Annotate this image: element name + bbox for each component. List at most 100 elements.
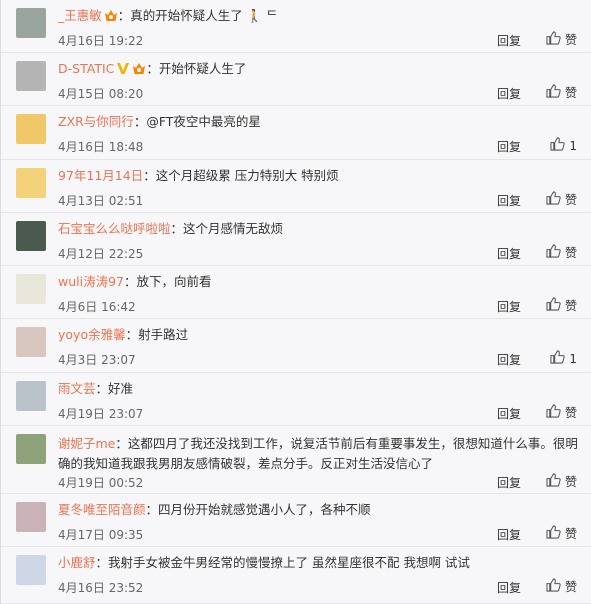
timestamp: 4月16日 18:48 [58,140,144,154]
comment-text: _王惠敏 ：真的开始怀疑人生了 🚶 ᄃ [58,8,278,24]
reply-button[interactable]: 回复 [497,298,521,315]
comment-body: ：我射手女被金牛男经常的慢慢撩上了 虽然星座很不配 我想啊 试试 [95,555,470,570]
comment-row: _王惠敏 ：真的开始怀疑人生了 🚶 ᄃ 4月16日 19:22 回复 赞 [1,0,591,53]
reply-button[interactable]: 回复 [497,474,521,491]
reply-button[interactable]: 回复 [497,32,521,49]
like-button[interactable]: 赞 [546,244,577,261]
like-button[interactable]: 赞 [546,525,577,542]
username-link[interactable]: 小鹿舒 [58,555,96,570]
comment-text: yoyo余雅馨：射手路过 [58,327,188,343]
thumbs-up-icon [550,350,566,367]
like-button[interactable]: 赞 [546,297,577,314]
comment-row: 小鹿舒：我射手女被金牛男经常的慢慢撩上了 虽然星座很不配 我想啊 试试 4月16日… [1,547,591,604]
username-link[interactable]: wuli涛涛97 [58,274,124,289]
comment-row: 石宝宝么么哒呼啦啦：这个月感情无敌烦 4月12日 22:25 回复 赞 [1,213,591,266]
comment-text: 谢妮子me：这都四月了我还没找到工作，说复活节前后有重要事发生，很想知道什么事。… [58,434,578,474]
comment-body: ：好准 [95,381,134,396]
like-label: 赞 [564,33,577,47]
username-link[interactable]: D-STATIC [58,61,114,76]
thumbs-up-icon [546,31,561,48]
avatar[interactable] [16,381,46,411]
like-label: 赞 [564,406,577,420]
username-link[interactable]: ZXR与你同行 [58,114,134,129]
avatar[interactable] [16,274,46,304]
comment-text: 石宝宝么么哒呼啦啦：这个月感情无敌烦 [58,221,283,237]
like-button[interactable]: 赞 [546,473,577,490]
thumbs-up-icon [550,137,566,154]
username-link[interactable]: yoyo余雅馨 [58,327,126,342]
comment-text: 夏冬唯至陌音颜：四月份开始就感觉遇小人了，各种不顺 [58,502,371,518]
reply-button[interactable]: 回复 [497,579,521,596]
timestamp: 4月19日 23:07 [58,407,144,421]
avatar[interactable] [16,327,46,357]
timestamp: 4月17日 09:35 [58,528,144,542]
reply-button[interactable]: 回复 [497,138,521,155]
comment-row: ZXR与你同行：@FT夜空中最亮的星 4月16日 18:48 回复 1 [1,106,591,160]
username-link[interactable]: _王惠敏 [58,8,102,23]
like-label: 赞 [564,475,577,489]
like-count: 1 [569,138,577,153]
like-label: 赞 [564,246,577,260]
vip-crown-icon [102,8,118,23]
comment-text: wuli涛涛97：放下，向前看 [58,274,212,290]
like-label: 赞 [564,193,577,207]
like-button[interactable]: 赞 [546,84,577,101]
comment-body: ：这个月超级累 压力特别大 特别烦 [143,168,339,183]
comment-body: ：这都四月了我还没找到工作，说复活节前后有重要事发生，很想知道什么事。很明确的我… [58,436,578,471]
thumbs-up-icon [546,84,561,101]
comment-body: ：放下，向前看 [124,274,212,289]
like-label: 赞 [564,86,577,100]
comment-row: D-STATIC ：开始怀疑人生了 4月15日 08:20 回复 赞 [1,53,591,106]
comment-text: 97年11月14日：这个月超级累 压力特别大 特别烦 [58,168,339,184]
verified-icon [114,61,130,76]
avatar[interactable] [16,61,46,91]
thumbs-up-icon [546,404,561,421]
username-link[interactable]: 夏冬唯至陌音颜 [58,502,146,517]
reply-button[interactable]: 回复 [497,192,521,209]
username-link[interactable]: 谢妮子me [58,436,115,451]
like-button[interactable]: 赞 [546,404,577,421]
avatar[interactable] [16,8,46,38]
comment-body: ：射手路过 [125,327,189,342]
reply-button[interactable]: 回复 [497,85,521,102]
avatar[interactable] [16,114,46,144]
like-label: 赞 [564,527,577,541]
comment-body: ：这个月感情无敌烦 [170,221,284,236]
reply-button[interactable]: 回复 [497,526,521,543]
like-button[interactable]: 赞 [546,578,577,595]
avatar[interactable] [16,434,46,464]
reply-button[interactable]: 回复 [497,405,521,422]
avatar[interactable] [16,221,46,251]
avatar[interactable] [16,168,46,198]
comment-text: D-STATIC ：开始怀疑人生了 [58,61,246,77]
comment-text: 雨文芸：好准 [58,381,133,397]
thumbs-up-icon [546,297,561,314]
comment-list: _王惠敏 ：真的开始怀疑人生了 🚶 ᄃ 4月16日 19:22 回复赞 D-STATIC… [0,0,591,604]
comment-body: ：@FT夜空中最亮的星 [133,114,261,129]
thumbs-up-icon [546,473,561,490]
like-button[interactable]: 1 [550,137,577,154]
comment-row: 雨文芸：好准 4月19日 23:07 回复 赞 [1,373,591,426]
thumbs-up-icon [546,578,561,595]
like-button[interactable]: 赞 [546,191,577,208]
walking-person-emoji: 🚶 [242,8,263,23]
like-label: 赞 [564,580,577,594]
comment-body: ：真的开始怀疑人生了 [117,8,243,23]
like-count: 1 [569,351,577,366]
reply-button[interactable]: 回复 [497,351,521,368]
like-button[interactable]: 1 [550,350,577,367]
timestamp: 4月3日 23:07 [58,353,136,367]
avatar[interactable] [16,502,46,532]
username-link[interactable]: 97年11月14日 [58,168,143,183]
avatar[interactable] [16,555,46,585]
username-link[interactable]: 雨文芸 [58,381,96,396]
comment-body: ：开始怀疑人生了 [146,61,247,76]
reply-button[interactable]: 回复 [497,245,521,262]
like-button[interactable]: 赞 [546,31,577,48]
username-link[interactable]: 石宝宝么么哒呼啦啦 [58,221,171,236]
thumbs-up-icon [546,191,561,208]
timestamp: 4月13日 02:51 [58,194,144,208]
timestamp: 4月15日 08:20 [58,87,144,101]
vip-crown-icon [130,61,146,76]
timestamp: 4月6日 16:42 [58,300,136,314]
